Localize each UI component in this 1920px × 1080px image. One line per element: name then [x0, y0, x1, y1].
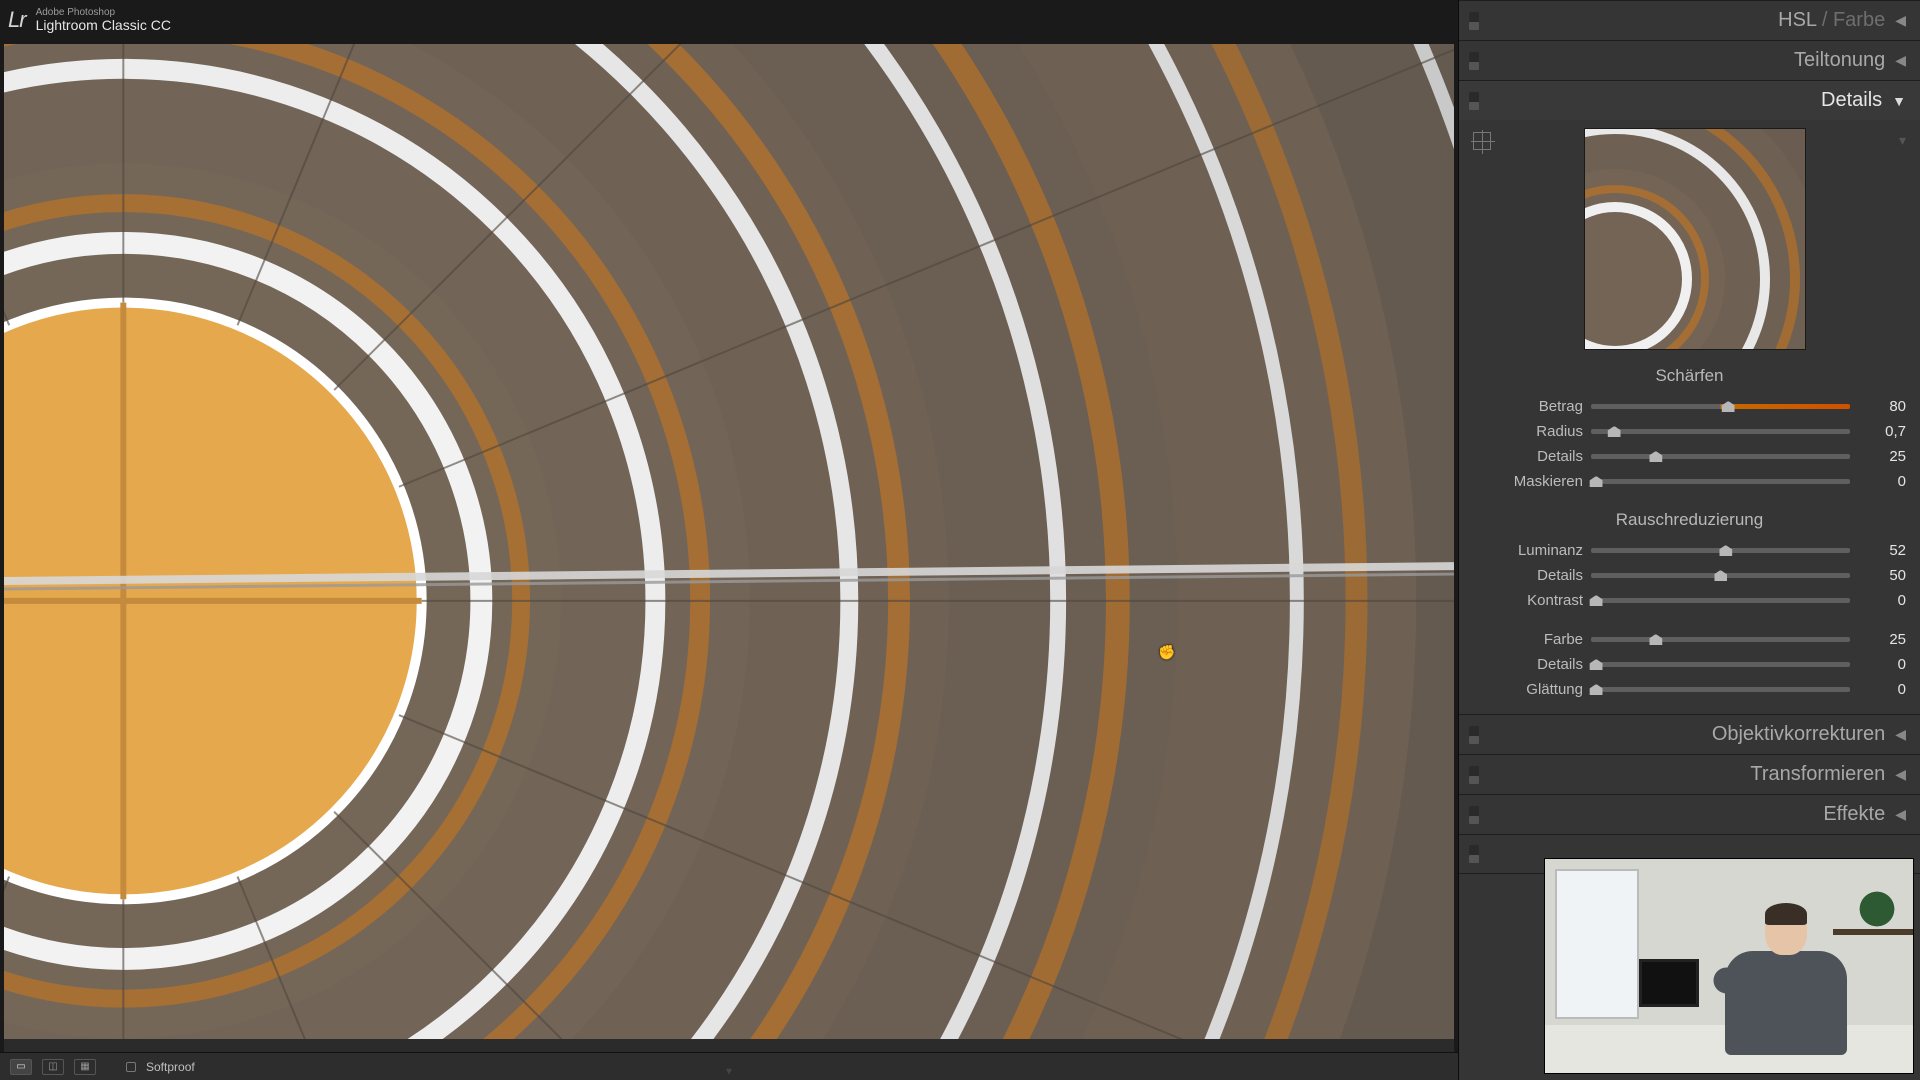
panel-toggle-icon[interactable] — [1469, 806, 1479, 824]
slider-track[interactable] — [1591, 598, 1850, 603]
slider-track[interactable] — [1591, 548, 1850, 553]
app-logo-icon: Lr — [8, 7, 28, 33]
panel-lens-header[interactable]: Objektivkorrekturen ◀ — [1459, 714, 1920, 754]
panel-toggle-icon[interactable] — [1469, 766, 1479, 784]
photo-preview — [4, 44, 1454, 1039]
softproof-checkbox[interactable] — [126, 1062, 136, 1072]
slider-thumb-icon[interactable] — [1590, 659, 1603, 670]
title-bar: Lr Adobe Photoshop Lightroom Classic CC — [0, 0, 1458, 40]
chevron-left-icon: ◀ — [1895, 766, 1906, 783]
panel-splittone-title: Teiltonung — [1794, 49, 1885, 72]
slider-color-detail[interactable]: Details 0 — [1473, 652, 1906, 677]
panel-splittone-header[interactable]: Teiltonung ◀ — [1459, 40, 1920, 80]
slider-track[interactable] — [1591, 479, 1850, 484]
panel-toggle-icon[interactable] — [1469, 12, 1479, 30]
detail-target-icon[interactable] — [1473, 132, 1491, 150]
slider-thumb-icon[interactable] — [1719, 545, 1732, 556]
panel-toggle-icon[interactable] — [1469, 726, 1479, 744]
hand-cursor-icon: ✊ — [1158, 644, 1172, 658]
chevron-left-icon: ◀ — [1895, 806, 1906, 823]
panel-grip-bottom-icon[interactable]: ▾ — [726, 1064, 732, 1078]
panel-toggle-icon[interactable] — [1469, 92, 1479, 110]
view-compare-button[interactable]: ◫ — [42, 1059, 64, 1075]
panel-details-title: Details — [1821, 89, 1882, 112]
slider-lum-contrast[interactable]: Kontrast 0 — [1473, 588, 1906, 613]
app-name-label: Lightroom Classic CC — [36, 18, 171, 32]
slider-thumb-icon[interactable] — [1649, 634, 1662, 645]
chevron-left-icon: ◀ — [1895, 726, 1906, 743]
softproof-label: Softproof — [146, 1060, 195, 1074]
slider-detail[interactable]: Details 25 — [1473, 444, 1906, 469]
slider-thumb-icon[interactable] — [1714, 570, 1727, 581]
slider-track[interactable] — [1591, 687, 1850, 692]
webcam-overlay — [1544, 858, 1914, 1074]
panel-effects-header[interactable]: Effekte ◀ — [1459, 794, 1920, 834]
panel-transform-header[interactable]: Transformieren ◀ — [1459, 754, 1920, 794]
panel-hsl-alt: Farbe — [1833, 9, 1885, 31]
chevron-left-icon: ◀ — [1895, 12, 1906, 29]
slider-lum-detail[interactable]: Details 50 — [1473, 563, 1906, 588]
image-canvas[interactable]: ✊ — [4, 44, 1454, 1052]
panel-effects-title: Effekte — [1823, 803, 1885, 826]
slider-luminance[interactable]: Luminanz 52 — [1473, 538, 1906, 563]
slider-track[interactable] — [1591, 429, 1850, 434]
slider-track[interactable] — [1591, 404, 1850, 409]
panel-hsl-title: HSL — [1778, 9, 1816, 31]
slider-thumb-icon[interactable] — [1590, 476, 1603, 487]
panel-hsl-header[interactable]: HSL / Farbe ◀ — [1459, 0, 1920, 40]
panel-toggle-icon[interactable] — [1469, 845, 1479, 863]
slider-masking[interactable]: Maskieren 0 — [1473, 469, 1906, 494]
noise-group-title: Rauschreduzierung — [1473, 510, 1906, 530]
slider-radius[interactable]: Radius 0,7 — [1473, 419, 1906, 444]
slider-track[interactable] — [1591, 454, 1850, 459]
panel-details-header[interactable]: Details ▼ — [1459, 80, 1920, 120]
panel-toggle-icon[interactable] — [1469, 52, 1479, 70]
slider-thumb-icon[interactable] — [1649, 451, 1662, 462]
slider-track[interactable] — [1591, 573, 1850, 578]
view-loupe-button[interactable]: ▭ — [10, 1059, 32, 1075]
chevron-left-icon: ◀ — [1895, 52, 1906, 69]
sharpen-group-title: Schärfen — [1473, 366, 1906, 386]
chevron-down-icon: ▼ — [1892, 93, 1906, 109]
slider-thumb-icon[interactable] — [1590, 595, 1603, 606]
panel-transform-title: Transformieren — [1750, 763, 1885, 786]
slider-track[interactable] — [1591, 637, 1850, 642]
details-panel-body: ▾ Schärfen Betrag 80 Radius 0,7 Details … — [1459, 120, 1920, 714]
main-viewer: ▴ Lr Adobe Photoshop Lightroom Classic C… — [0, 0, 1458, 1080]
detail-preview-thumb[interactable] — [1584, 128, 1806, 350]
slider-thumb-icon[interactable] — [1590, 684, 1603, 695]
slider-smoothness[interactable]: Glättung 0 — [1473, 677, 1906, 702]
panel-lens-title: Objektivkorrekturen — [1712, 723, 1885, 746]
slider-amount[interactable]: Betrag 80 — [1473, 394, 1906, 419]
view-survey-button[interactable]: ▦ — [74, 1059, 96, 1075]
slider-color[interactable]: Farbe 25 — [1473, 627, 1906, 652]
slider-thumb-icon[interactable] — [1722, 401, 1735, 412]
slider-thumb-icon[interactable] — [1608, 426, 1621, 437]
slider-track[interactable] — [1591, 662, 1850, 667]
chevron-down-icon[interactable]: ▾ — [1899, 132, 1906, 149]
